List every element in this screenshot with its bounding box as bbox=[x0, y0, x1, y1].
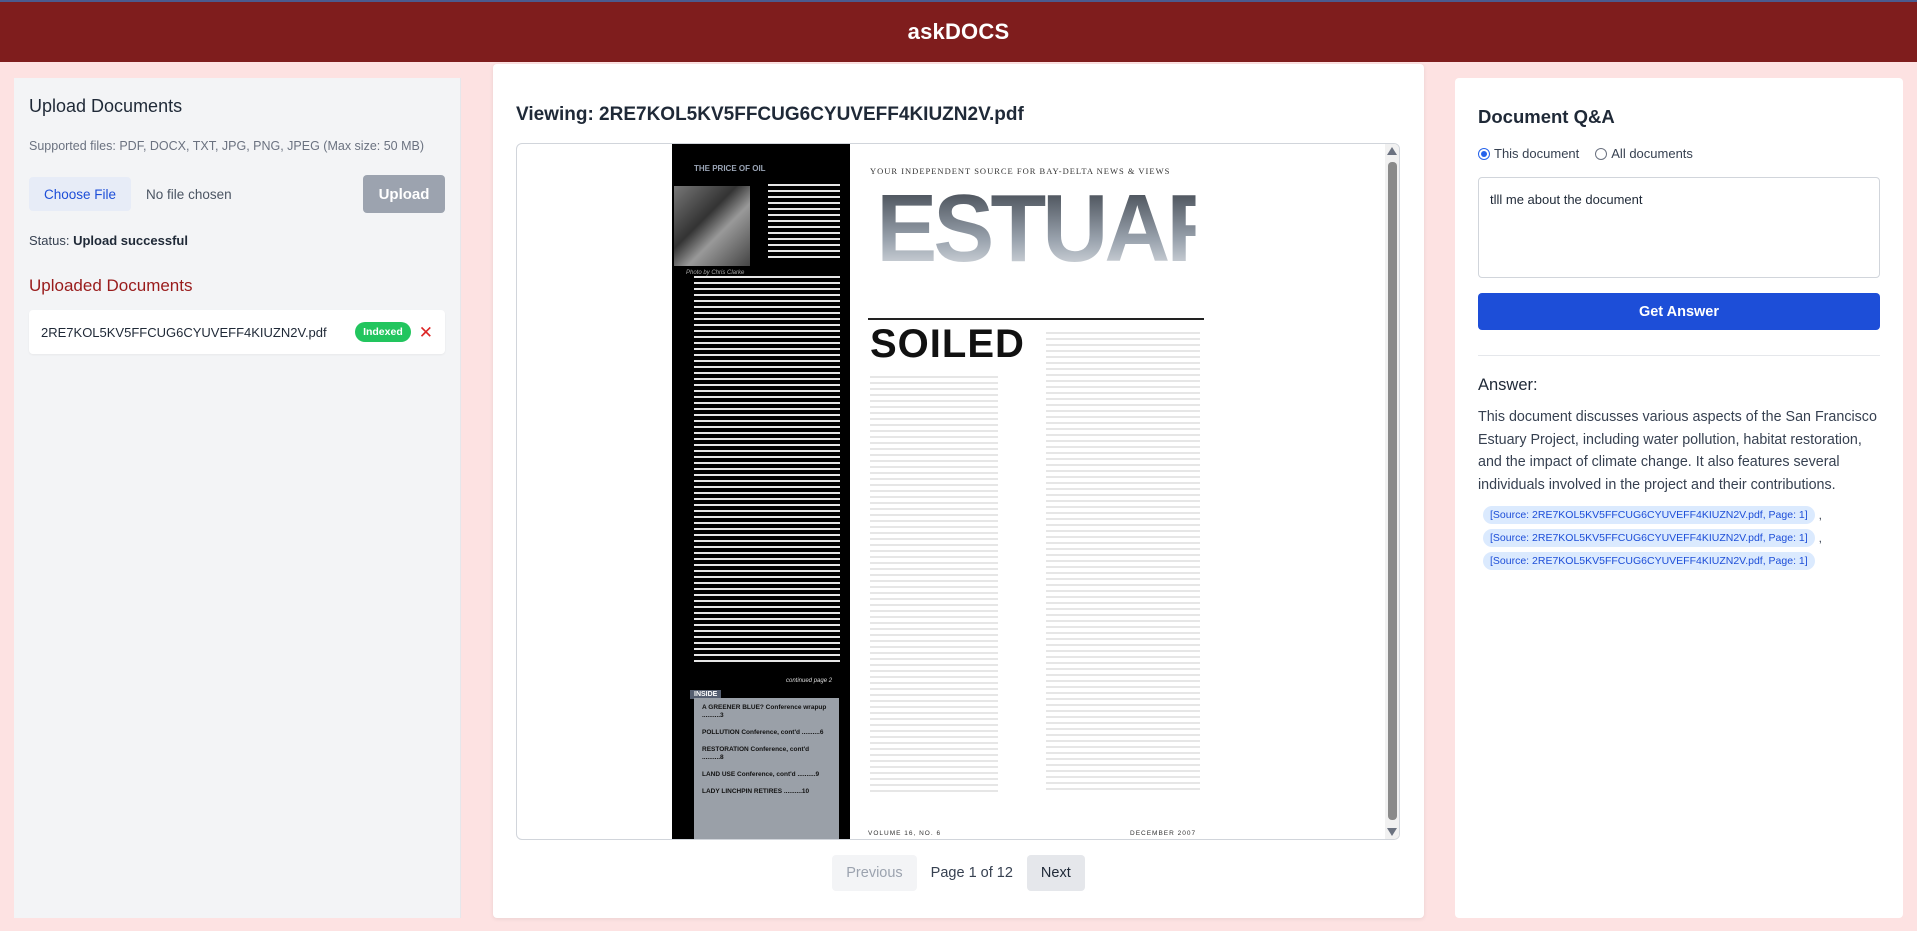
source-separator: , bbox=[1818, 530, 1823, 545]
file-picker-row: Choose File No file chosen Upload bbox=[29, 175, 445, 213]
source-row: [Source: 2RE7KOL5KV5FFCUG6CYUVEFF4KIUZN2… bbox=[1483, 526, 1880, 549]
pdf-rule bbox=[868, 318, 1204, 320]
get-answer-button[interactable]: Get Answer bbox=[1478, 293, 1880, 330]
source-chip[interactable]: [Source: 2RE7KOL5KV5FFCUG6CYUVEFF4KIUZN2… bbox=[1483, 505, 1815, 524]
pdf-bird-photo bbox=[674, 186, 750, 266]
radio-this-document[interactable] bbox=[1478, 147, 1490, 160]
upload-panel: Upload Documents Supported files: PDF, D… bbox=[14, 78, 461, 918]
pdf-inside-item: LADY LINCHPIN RETIRES ..........10 bbox=[702, 788, 810, 795]
source-chip[interactable]: [Source: 2RE7KOL5KV5FFCUG6CYUVEFF4KIUZN2… bbox=[1483, 551, 1815, 570]
qa-heading: Document Q&A bbox=[1478, 106, 1615, 127]
upload-heading: Upload Documents bbox=[29, 96, 183, 116]
remove-document-icon[interactable]: ✕ bbox=[419, 324, 433, 341]
source-list: [Source: 2RE7KOL5KV5FFCUG6CYUVEFF4KIUZN2… bbox=[1483, 503, 1880, 572]
indexed-badge: Indexed bbox=[355, 322, 411, 342]
pdf-viewer[interactable]: THE PRICE OF OIL Photo by Chris Clarke c… bbox=[516, 143, 1400, 840]
document-name: 2RE7KOL5KV5FFCUG6CYUVEFF4KIUZN2V.pdf bbox=[41, 324, 327, 340]
radio-all-documents[interactable] bbox=[1595, 147, 1608, 160]
answer-label: Answer: bbox=[1478, 376, 1538, 394]
pdf-sidebar-column: THE PRICE OF OIL Photo by Chris Clarke c… bbox=[672, 144, 850, 839]
source-row: [Source: 2RE7KOL5KV5FFCUG6CYUVEFF4KIUZN2… bbox=[1483, 549, 1880, 572]
question-textarea[interactable]: tlll me about the document bbox=[1478, 177, 1880, 278]
app-header: askDOCS bbox=[0, 0, 1917, 62]
source-row: [Source: 2RE7KOL5KV5FFCUG6CYUVEFF4KIUZN2… bbox=[1483, 503, 1880, 526]
viewing-title: Viewing: 2RE7KOL5KV5FFCUG6CYUVEFF4KIUZN2… bbox=[516, 104, 1024, 125]
scroll-down-icon[interactable] bbox=[1387, 828, 1397, 836]
radio-this-document-label[interactable]: This document bbox=[1494, 146, 1579, 161]
supported-files-note: Supported files: PDF, DOCX, TXT, JPG, PN… bbox=[29, 139, 425, 153]
pdf-masthead: ESTUARY bbox=[876, 175, 1286, 282]
app-title: askDOCS bbox=[907, 19, 1010, 44]
scope-radio-group: This document All documents bbox=[1478, 146, 1880, 161]
radio-all-documents-label[interactable]: All documents bbox=[1611, 146, 1693, 161]
previous-page-button[interactable]: Previous bbox=[832, 855, 917, 891]
pdf-inside-item: POLLUTION Conference, cont'd ..........6 bbox=[702, 729, 824, 736]
next-page-button[interactable]: Next bbox=[1026, 855, 1085, 891]
document-viewer-panel: Viewing: 2RE7KOL5KV5FFCUG6CYUVEFF4KIUZN2… bbox=[493, 64, 1424, 918]
pdf-article-column-2 bbox=[1046, 332, 1200, 794]
pdf-footer-volume: VOLUME 16, NO. 6 bbox=[868, 830, 942, 837]
upload-button[interactable]: Upload bbox=[363, 175, 445, 213]
document-list-item[interactable]: 2RE7KOL5KV5FFCUG6CYUVEFF4KIUZN2V.pdf Ind… bbox=[29, 310, 445, 354]
status-label: Status: bbox=[29, 233, 70, 248]
pdf-main-column: YOUR INDEPENDENT SOURCE FOR BAY-DELTA NE… bbox=[868, 144, 1286, 839]
source-separator: , bbox=[1818, 507, 1823, 522]
pdf-continued-note: continued page 2 bbox=[786, 678, 833, 684]
upload-status: Status: Upload successful bbox=[29, 233, 445, 248]
pdf-inside-item: RESTORATION Conference, cont'd .........… bbox=[702, 746, 810, 761]
scrollbar-thumb[interactable] bbox=[1388, 162, 1397, 820]
pdf-inside-item: LAND USE Conference, cont'd ..........9 bbox=[702, 771, 820, 778]
pagination: Previous Page 1 of 12 Next bbox=[493, 855, 1424, 891]
pdf-sidebar-text-top bbox=[768, 184, 840, 262]
pdf-inside-box: A GREENER BLUE? Conference wrapup ......… bbox=[694, 698, 839, 839]
pdf-inside-item: A GREENER BLUE? Conference wrapup ......… bbox=[702, 704, 827, 719]
pdf-sidebar-text-body bbox=[694, 276, 840, 666]
pdf-footer-date: DECEMBER 2007 bbox=[1130, 830, 1197, 837]
scroll-up-icon[interactable] bbox=[1387, 147, 1397, 155]
pdf-headline: SOILED bbox=[870, 322, 1025, 366]
pdf-page: THE PRICE OF OIL Photo by Chris Clarke c… bbox=[672, 144, 1286, 839]
choose-file-button[interactable]: Choose File bbox=[29, 177, 132, 211]
divider bbox=[1478, 355, 1880, 356]
uploaded-documents-heading: Uploaded Documents bbox=[29, 276, 193, 295]
answer-text: This document discusses various aspects … bbox=[1478, 409, 1877, 493]
status-value: Upload successful bbox=[73, 233, 188, 248]
page-indicator: Page 1 of 12 bbox=[930, 865, 1013, 881]
qa-panel: Document Q&A This document All documents… bbox=[1455, 78, 1903, 918]
source-chip[interactable]: [Source: 2RE7KOL5KV5FFCUG6CYUVEFF4KIUZN2… bbox=[1483, 528, 1815, 547]
no-file-chosen-label: No file chosen bbox=[146, 186, 232, 202]
pdf-kicker: THE PRICE OF OIL bbox=[694, 164, 766, 173]
pdf-article-column-1 bbox=[870, 376, 998, 796]
viewer-scrollbar[interactable] bbox=[1385, 144, 1399, 839]
